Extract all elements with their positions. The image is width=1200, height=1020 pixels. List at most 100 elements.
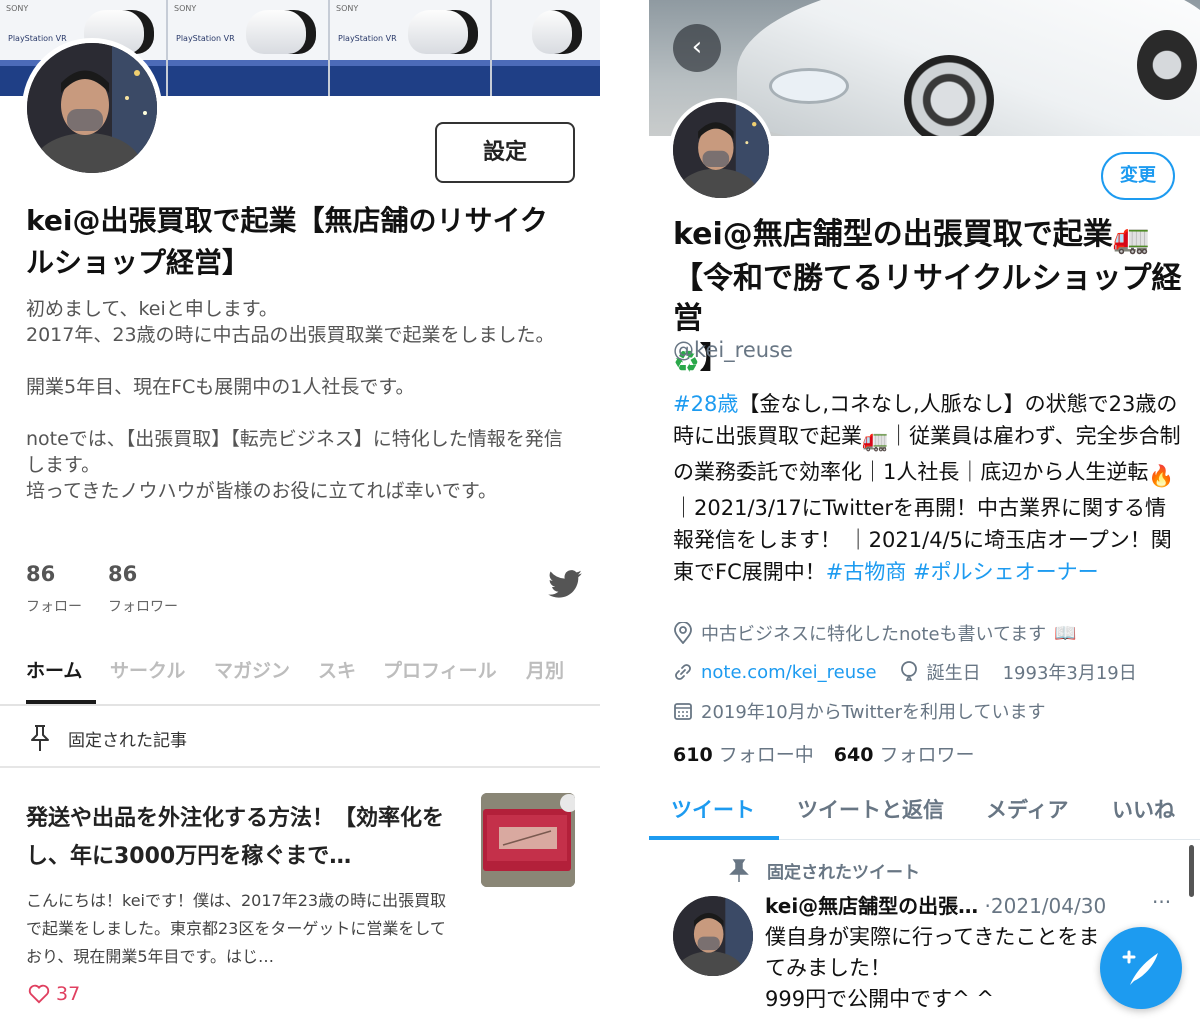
- tweet-body: 僕自身が実際に行ってきたことをま てみました！ 999円で公開中です^ ^: [765, 922, 1155, 1015]
- compose-tweet-button[interactable]: [1100, 927, 1182, 1009]
- car-wheel: [1137, 30, 1197, 100]
- name-line: kei@無店舗型の出張買取で起業: [673, 217, 1113, 252]
- following-label: フォロー: [26, 599, 82, 615]
- more-options-icon[interactable]: ···: [1152, 890, 1171, 914]
- follower-stat[interactable]: 640 フォロワー: [834, 744, 975, 766]
- profile-bio: 初めまして、keiと申します。 2017年、23歳の時に中古品の出張買取業で起業…: [26, 296, 571, 530]
- location-icon: [674, 622, 692, 644]
- name-line: 【令和で勝てるリサイクルショップ経営: [673, 261, 1182, 336]
- edit-profile-button[interactable]: 変更: [1101, 152, 1175, 200]
- profile-name: kei@出張買取で起業【無店舗のリサイクルショップ経営】: [26, 204, 548, 279]
- screenshot-frame: SONY PlayStation VR SONY PlayStation VR …: [0, 0, 1200, 1020]
- banner-product-box: SONY PlayStation VR: [166, 0, 328, 96]
- following-count: 610: [673, 744, 713, 766]
- article-excerpt: こんにちは！keiです！僕は、2017年23歳の時に出張買取で起業をしました。東…: [26, 891, 447, 966]
- note-tab-bar: ホーム サークル マガジン スキ プロフィール 月別: [0, 648, 600, 706]
- link-birthday-row: note.com/kei_reuse 誕生日 1993年3月19日: [673, 659, 1137, 685]
- pin-icon: [729, 858, 749, 882]
- following-count: 86: [26, 562, 56, 586]
- bio-paragraph: noteでは、【出張買取】【転売ビジネス】に特化した情報を発信します。 培ってき…: [26, 428, 563, 502]
- tweet-line: 僕自身が実際に行ってきたことをま: [765, 925, 1100, 949]
- twitter-bird-icon[interactable]: [548, 570, 582, 598]
- avatar[interactable]: [669, 98, 773, 202]
- tab-monthly[interactable]: 月別: [526, 656, 564, 683]
- tweet-date[interactable]: ·2021/04/30: [985, 894, 1107, 918]
- tab-media[interactable]: メディア: [986, 794, 1069, 824]
- tweet-author-name[interactable]: kei@無店舗型の出張…: [765, 894, 978, 918]
- banner-product-text: PlayStation VR: [338, 34, 397, 43]
- banner-brand-text: SONY: [336, 4, 359, 13]
- compose-icon: [1122, 950, 1158, 985]
- following-stat[interactable]: 86 フォロー: [26, 560, 82, 616]
- profile-handle: @kei_reuse: [673, 338, 793, 362]
- tweet-author-avatar[interactable]: [673, 896, 753, 976]
- tab-suki[interactable]: スキ: [318, 656, 356, 683]
- like-button[interactable]: 37: [28, 983, 80, 1005]
- avatar-photo: [673, 896, 753, 976]
- settings-button[interactable]: 設定: [435, 122, 575, 183]
- joined-text: 2019年10月からTwitterを利用しています: [701, 702, 1046, 723]
- avatar[interactable]: [22, 38, 162, 178]
- follower-label: フォロワー: [108, 599, 178, 615]
- pinned-label: 固定された記事: [68, 731, 187, 751]
- article-title[interactable]: 発送や出品を外注化する方法！【効率化をし、年に3000万円を稼ぐまで…: [26, 800, 456, 876]
- avatar-photo: [673, 102, 769, 198]
- tab-tweets[interactable]: ツイート: [671, 794, 755, 824]
- car-wheel: [904, 55, 994, 136]
- like-count: 37: [56, 983, 81, 1005]
- location-row: 中古ビジネスに特化したnoteも書いてます 📖: [673, 620, 1077, 646]
- vr-headset-image: [532, 10, 582, 54]
- car-headlight: [769, 68, 849, 104]
- tab-likes[interactable]: いいね: [1112, 794, 1175, 824]
- vr-headset-image: [408, 10, 478, 54]
- joined-row: 2019年10月からTwitterを利用しています: [673, 698, 1046, 724]
- back-arrow-icon[interactable]: ‹: [673, 24, 721, 72]
- vr-headset-image: [246, 10, 316, 54]
- bio-paragraph: 初めまして、keiと申します。 2017年、23歳の時に中古品の出張買取業で起業…: [26, 298, 555, 346]
- birthday-label: 誕生日: [926, 663, 981, 684]
- pin-icon: [31, 725, 49, 751]
- banner-brand-text: SONY: [6, 4, 29, 13]
- hashtag-link[interactable]: #ポルシェオーナー: [913, 560, 1099, 584]
- balloon-icon: [900, 661, 917, 681]
- following-stat[interactable]: 610 フォロー中: [673, 744, 814, 766]
- tab-home[interactable]: ホーム: [26, 656, 82, 683]
- hashtag-link[interactable]: #古物商: [826, 560, 907, 584]
- tab-circle[interactable]: サークル: [110, 656, 185, 683]
- tweet-line: 999円で公開中です^ ^: [765, 987, 994, 1011]
- truck-emoji: 🚛: [862, 428, 889, 452]
- twitter-profile-panel: ‹ 変更 kei@無店舗型の出張買取で起業🚛 【令和で勝てるリサイクルショップ経…: [649, 0, 1200, 1020]
- tab-tweets-replies[interactable]: ツイートと返信: [797, 794, 944, 824]
- follower-count: 86: [108, 562, 138, 586]
- calendar-icon: [674, 703, 692, 720]
- twitter-tab-bar: ツイート ツイートと返信 メディア いいね: [649, 782, 1200, 840]
- scrollbar[interactable]: [1189, 845, 1194, 897]
- hashtag-link[interactable]: #28歳: [673, 392, 738, 416]
- location-text: 中古ビジネスに特化したnoteも書いてます: [701, 624, 1047, 645]
- active-tab-indicator: [26, 700, 96, 704]
- follower-stat[interactable]: 86 フォロワー: [108, 560, 178, 616]
- banner-product-box: SONY PlayStation VR: [328, 0, 490, 96]
- active-tab-indicator: [649, 836, 779, 840]
- banner-product-text: PlayStation VR: [176, 34, 235, 43]
- following-label: フォロー中: [718, 744, 814, 766]
- profile-link[interactable]: note.com/kei_reuse: [701, 662, 877, 683]
- truck-emoji: 🚛: [1112, 221, 1151, 256]
- link-icon: [675, 664, 691, 680]
- fire-emoji: 🔥: [1148, 464, 1175, 488]
- birthday-date: 1993年3月19日: [1002, 663, 1137, 684]
- follow-stats: 86 フォロー 86 フォロワー: [26, 560, 178, 616]
- banner-product-box: [490, 0, 600, 96]
- tab-profile[interactable]: プロフィール: [383, 656, 497, 683]
- tab-magazine[interactable]: マガジン: [214, 656, 290, 683]
- article-thumbnail[interactable]: [481, 793, 575, 887]
- follow-stats: 610 フォロー中 640 フォロワー: [673, 740, 975, 767]
- thumbnail-image: [481, 793, 575, 887]
- banner-brand-text: SONY: [174, 4, 197, 13]
- pinned-tweet-header: 固定されたツイート: [729, 858, 920, 883]
- heart-icon: [28, 984, 50, 1004]
- follower-count: 640: [833, 744, 874, 766]
- pinned-article-header: 固定された記事: [0, 706, 600, 768]
- book-emoji: 📖: [1054, 622, 1077, 644]
- profile-bio: #28歳【金なし,コネなし,人脈なし】の状態で23歳の時に出張買取で起業🚛｜従業…: [673, 388, 1183, 588]
